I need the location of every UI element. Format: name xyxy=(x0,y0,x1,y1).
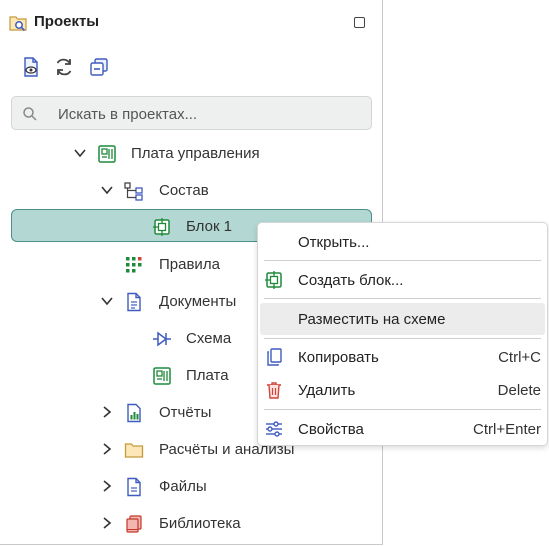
menu-item-copy[interactable]: Копировать Ctrl+C xyxy=(258,341,547,373)
menu-separator xyxy=(264,298,541,299)
report-chart-icon xyxy=(124,403,144,423)
menu-item-label: Удалить xyxy=(298,382,356,399)
chevron-down-icon[interactable] xyxy=(72,145,88,161)
tree-item-faily[interactable]: Файлы xyxy=(0,469,383,506)
search-box xyxy=(11,96,372,130)
menu-item-place-on-schematic[interactable]: Разместить на схеме xyxy=(258,303,547,335)
tree-item-label: Блок 1 xyxy=(186,218,233,235)
document-view-icon xyxy=(21,56,41,83)
refresh-icon xyxy=(53,56,75,83)
menu-item-shortcut: Delete xyxy=(497,382,541,399)
menu-item-open[interactable]: Открыть... xyxy=(258,226,547,258)
tree-item-label: Состав xyxy=(159,182,209,199)
menu-item-shortcut: Ctrl+C xyxy=(498,349,541,366)
search-icon xyxy=(22,106,38,127)
library-books-icon xyxy=(124,514,144,534)
tree-item-plata-upravleniya[interactable]: Плата управления xyxy=(0,136,383,173)
refresh-button[interactable] xyxy=(51,54,77,84)
tree-item-label: Отчёты xyxy=(159,404,212,421)
tree-item-label: Схема xyxy=(186,330,232,347)
copy-icon xyxy=(264,347,284,367)
menu-item-label: Создать блок... xyxy=(298,272,404,289)
tree-item-sostav[interactable]: Состав xyxy=(0,173,383,210)
context-menu: Открыть... Создать блок... Разместить на… xyxy=(257,222,548,446)
menu-item-create-block[interactable]: Создать блок... xyxy=(258,264,547,296)
chevron-right-icon[interactable] xyxy=(99,441,115,457)
trash-icon xyxy=(264,380,284,400)
menu-item-properties[interactable]: Свойства Ctrl+Enter xyxy=(258,413,547,445)
chevron-down-icon[interactable] xyxy=(99,293,115,309)
block-icon xyxy=(152,217,172,237)
panel-title: Проекты xyxy=(34,13,100,30)
maximize-icon[interactable] xyxy=(354,17,365,28)
tree-item-label: Документы xyxy=(159,293,237,310)
chevron-right-icon[interactable] xyxy=(99,515,115,531)
tree-item-biblioteka[interactable]: Библиотека xyxy=(0,506,383,543)
schematic-icon xyxy=(152,329,172,349)
collapse-all-icon xyxy=(88,56,110,83)
menu-item-shortcut: Ctrl+Enter xyxy=(473,421,541,438)
properties-sliders-icon xyxy=(264,419,284,439)
hierarchy-icon xyxy=(124,181,144,201)
collapse-all-button[interactable] xyxy=(86,54,112,84)
menu-separator xyxy=(264,338,541,339)
tree-item-label: Плата управления xyxy=(131,145,260,162)
panel-toolbar xyxy=(0,54,383,86)
document-view-button[interactable] xyxy=(18,54,44,84)
menu-item-label: Разместить на схеме xyxy=(298,311,446,328)
block-icon xyxy=(264,270,284,290)
file-icon xyxy=(124,477,144,497)
pcb-board-icon xyxy=(152,366,172,386)
chevron-down-icon[interactable] xyxy=(99,182,115,198)
folder-icon xyxy=(124,440,144,460)
pcb-board-icon xyxy=(97,144,117,164)
rules-grid-icon xyxy=(124,255,144,275)
projects-folder-icon xyxy=(8,13,28,33)
tree-item-label: Библиотека xyxy=(159,515,241,532)
menu-item-label: Свойства xyxy=(298,421,364,438)
chevron-right-icon[interactable] xyxy=(99,478,115,494)
tree-item-label: Плата xyxy=(186,367,229,384)
menu-separator xyxy=(264,260,541,261)
menu-item-label: Копировать xyxy=(298,349,379,366)
chevron-right-icon[interactable] xyxy=(99,404,115,420)
menu-separator xyxy=(264,409,541,410)
tree-item-label: Файлы xyxy=(159,478,207,495)
tree-item-label: Правила xyxy=(159,256,220,273)
documents-icon xyxy=(124,292,144,312)
search-input[interactable] xyxy=(56,103,360,125)
menu-item-delete[interactable]: Удалить Delete xyxy=(258,374,547,406)
menu-item-label: Открыть... xyxy=(298,234,370,251)
panel-header: Проекты xyxy=(0,0,383,46)
